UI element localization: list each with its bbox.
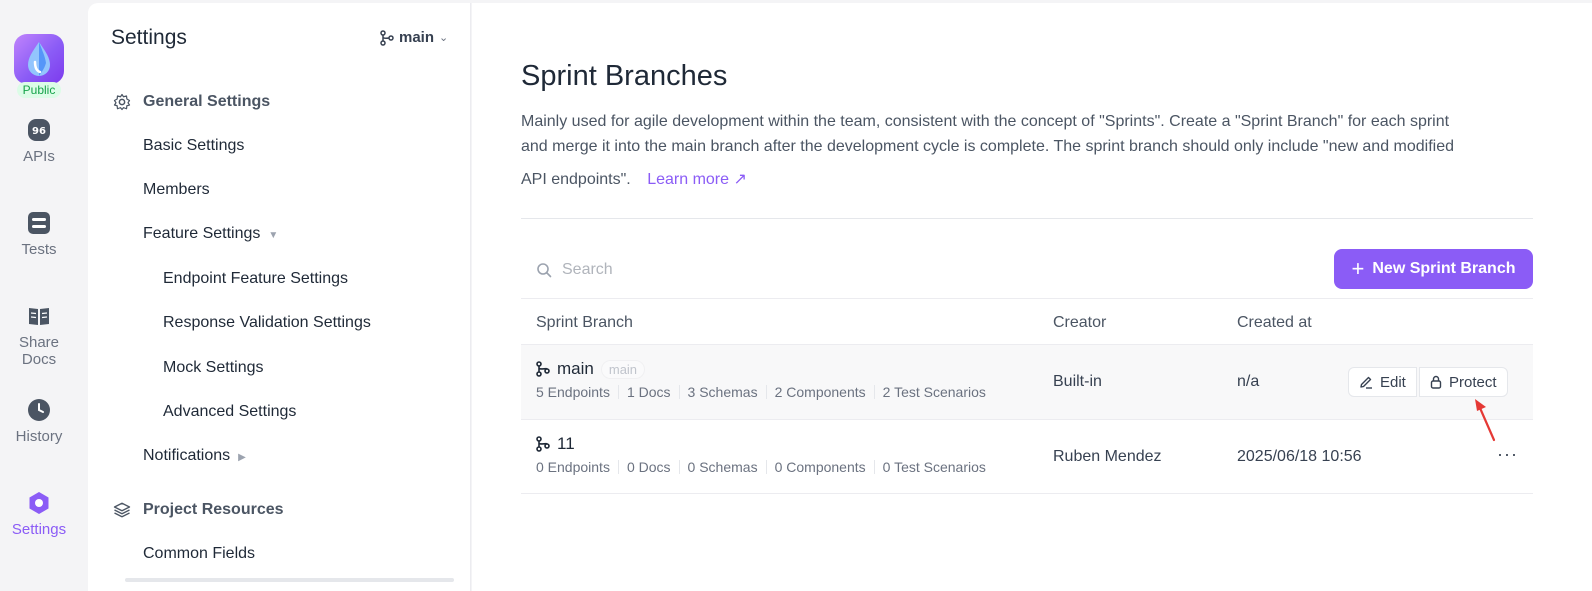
annotation-arrow-icon [1475, 399, 1496, 442]
pencil-icon [1360, 376, 1372, 389]
nav-item-response-validation-settings[interactable]: Response Validation Settings [163, 314, 371, 332]
nav-item-feature-settings[interactable]: Feature Settings ▼ [143, 225, 278, 243]
branch-name: 11 [536, 434, 575, 454]
tests-icon [28, 212, 50, 234]
book-icon [29, 308, 49, 325]
created-at-cell: 2025/06/18 10:56 [1237, 448, 1362, 465]
nav-item-members[interactable]: Members [143, 181, 210, 199]
public-badge: Public [17, 82, 61, 98]
branch-stats: 0 Endpoints 0 Docs 0 Schemas 0 Component… [536, 460, 994, 474]
plus-icon: + [1351, 256, 1365, 281]
stat-endpoints: 0 Endpoints [536, 459, 610, 475]
app-logo[interactable] [14, 34, 64, 84]
column-header-creator: Creator [1053, 314, 1107, 331]
stat-endpoints: 5 Endpoints [536, 384, 610, 400]
page-title: Sprint Branches [521, 60, 728, 92]
api-icon: 96 [28, 119, 50, 141]
rail-label: History [15, 428, 63, 445]
nav-item-common-fields[interactable]: Common Fields [143, 545, 255, 563]
default-branch-tag: main [600, 359, 646, 379]
rail-item-share-docs[interactable]: Share Docs [0, 304, 78, 368]
rail-label: APIs [23, 148, 55, 165]
left-rail: Public 96 APIs Tests Share Docs History … [0, 0, 88, 591]
branch-selector-label: main [399, 29, 435, 46]
table-row[interactable]: 11 0 Endpoints 0 Docs 0 Schemas 0 Compon… [521, 419, 1533, 494]
branch-name-text: 11 [557, 434, 575, 453]
nav-group-general[interactable]: General Settings [113, 93, 270, 111]
search-input[interactable]: Search [521, 250, 1021, 290]
edit-label: Edit [1380, 373, 1406, 391]
rail-label: Settings [11, 521, 67, 538]
lock-icon [1430, 375, 1442, 389]
caret-down-icon: ▼ [268, 230, 279, 241]
settings-panel: Settings main ⌄ General Settings Basic S… [88, 3, 471, 591]
search-icon [537, 263, 552, 278]
more-actions-button[interactable]: ··· [1497, 444, 1518, 465]
created-at-cell: n/a [1237, 373, 1260, 390]
rail-label: Share Docs [18, 334, 60, 368]
column-header-created-at: Created at [1237, 314, 1312, 331]
branches-table: Sprint Branch Creator Created at main ma… [521, 298, 1533, 494]
page-description: Mainly used for agile development within… [521, 109, 1536, 192]
caret-right-icon: ▶ [238, 452, 246, 463]
branch-name-text: main [557, 359, 594, 378]
stat-components: 0 Components [765, 460, 874, 474]
nav-item-notifications[interactable]: Notifications ▶ [143, 447, 246, 465]
divider [521, 218, 1533, 219]
table-header: Sprint Branch Creator Created at [521, 298, 1533, 344]
search-placeholder: Search [562, 261, 613, 278]
nav-group-project-resources[interactable]: Project Resources [113, 501, 284, 519]
nav-item-label: Notifications [143, 447, 231, 464]
description-line: Mainly used for agile development within… [521, 113, 1450, 130]
nav-item-advanced-settings[interactable]: Advanced Settings [163, 403, 296, 421]
clock-icon [28, 399, 50, 421]
rail-label: Tests [21, 241, 57, 258]
panel-title: Settings [111, 26, 187, 49]
svg-text:96: 96 [32, 126, 46, 137]
stat-components: 2 Components [765, 385, 874, 399]
nav-item-endpoint-feature-settings[interactable]: Endpoint Feature Settings [163, 270, 348, 288]
new-sprint-branch-button[interactable]: + New Sprint Branch [1334, 249, 1533, 289]
stat-test-scenarios: 2 Test Scenarios [873, 385, 994, 399]
branch-selector[interactable]: main ⌄ [380, 29, 448, 46]
table-row[interactable]: main main 5 Endpoints 1 Docs 3 Schemas 2… [521, 344, 1533, 419]
nav-item-mock-settings[interactable]: Mock Settings [163, 359, 263, 377]
chevron-down-icon: ⌄ [439, 32, 449, 44]
branch-name: main main [536, 359, 646, 379]
description-line: API endpoints". [521, 171, 631, 188]
stat-schemas: 3 Schemas [678, 385, 766, 399]
creator-cell: Built-in [1053, 373, 1102, 390]
layers-icon [113, 502, 131, 518]
description-line: and merge it into the main branch after … [521, 138, 1455, 155]
learn-more-link[interactable]: Learn more ↗ [647, 171, 747, 188]
new-sprint-branch-label: New Sprint Branch [1372, 260, 1516, 277]
column-header-branch: Sprint Branch [536, 314, 633, 331]
nav-item-label: Feature Settings [143, 225, 261, 242]
main-content: Sprint Branches Mainly used for agile de… [472, 3, 1592, 591]
stat-docs: 1 Docs [617, 385, 679, 399]
protect-button[interactable]: Protect [1419, 367, 1508, 397]
nav-group-label: Project Resources [143, 501, 284, 518]
gear-icon [113, 93, 131, 111]
creator-cell: Ruben Mendez [1053, 448, 1162, 465]
nav-group-label: General Settings [143, 93, 271, 110]
branch-icon [536, 436, 550, 452]
nav-item-basic-settings[interactable]: Basic Settings [143, 137, 244, 155]
description-line-end: API endpoints". Learn more ↗ [521, 167, 1536, 192]
rail-item-apis[interactable]: 96 APIs [0, 118, 78, 165]
rail-item-tests[interactable]: Tests [0, 211, 78, 258]
branch-icon [536, 361, 550, 377]
branch-stats: 5 Endpoints 1 Docs 3 Schemas 2 Component… [536, 385, 994, 399]
edit-button[interactable]: Edit [1348, 367, 1417, 397]
branch-icon [380, 29, 394, 46]
stat-test-scenarios: 0 Test Scenarios [873, 460, 994, 474]
stat-docs: 0 Docs [617, 460, 679, 474]
rail-item-settings[interactable]: Settings [0, 491, 78, 538]
stat-schemas: 0 Schemas [678, 460, 766, 474]
rail-item-history[interactable]: History [0, 398, 78, 445]
settings-icon [29, 492, 49, 514]
protect-label: Protect [1449, 373, 1497, 391]
panel-scrollbar[interactable] [125, 578, 454, 582]
